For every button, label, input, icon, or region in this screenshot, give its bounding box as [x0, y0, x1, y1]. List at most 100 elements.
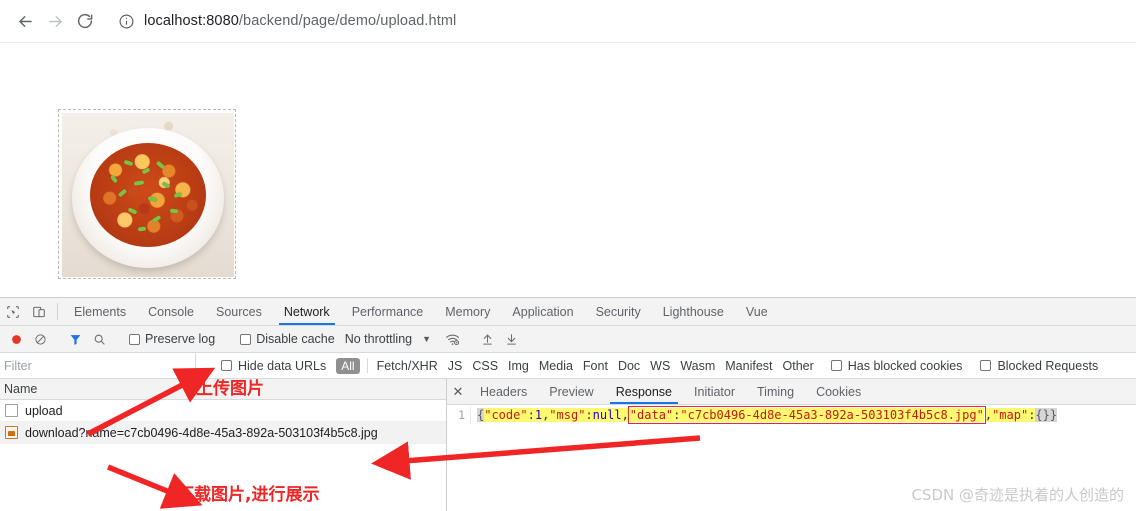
type-filter-other[interactable]: Other	[778, 359, 819, 373]
tab-label: Preview	[549, 384, 594, 399]
preserve-log-label: Preserve log	[145, 332, 216, 346]
detail-tab-cookies[interactable]: Cookies	[805, 379, 872, 404]
request-list-pane: Name upload download?name=c7cb0496-4d8e-…	[0, 379, 447, 511]
device-toolbar-icon[interactable]	[26, 298, 52, 325]
detail-tab-headers[interactable]: Headers	[469, 379, 538, 404]
detail-tab-initiator[interactable]: Initiator	[683, 379, 746, 404]
clear-no-entry-icon[interactable]	[28, 328, 52, 350]
tab-label: Vue	[745, 304, 768, 319]
table-row[interactable]: upload	[0, 400, 446, 422]
reload-icon	[76, 12, 94, 30]
detail-tabstrip: ✕ Headers Preview Response Initiator Tim…	[447, 379, 1136, 405]
line-number: 1	[447, 407, 471, 424]
info-circle-icon[interactable]	[118, 13, 135, 30]
tab-label: Memory	[445, 304, 491, 319]
tab-vue[interactable]: Vue	[735, 298, 779, 325]
url-host: localhost:8080	[144, 13, 239, 29]
tab-application[interactable]: Application	[501, 298, 584, 325]
type-filter-font[interactable]: Font	[578, 359, 613, 373]
url-path: /backend/page/demo/upload.html	[238, 13, 457, 29]
tab-security[interactable]: Security	[585, 298, 652, 325]
arrow-left-icon	[16, 12, 35, 31]
reload-button[interactable]	[70, 6, 100, 36]
devtools-panel: Elements Console Sources Network Perform…	[0, 297, 1136, 511]
forward-button[interactable]	[40, 6, 70, 36]
type-filter-ws[interactable]: WS	[645, 359, 675, 373]
has-blocked-cookies-checkbox[interactable]: Has blocked cookies	[819, 359, 969, 373]
checkbox-box	[830, 360, 842, 371]
tab-label: Sources	[215, 304, 262, 319]
response-body[interactable]: 1 {"code":1,"msg":null,"data":"c7cb0496-…	[447, 405, 1136, 424]
response-json-line: {"code":1,"msg":null,"data":"c7cb0496-4d…	[471, 406, 1058, 424]
blocked-requests-checkbox[interactable]: Blocked Requests	[968, 359, 1104, 373]
uploaded-image-frame[interactable]	[58, 109, 236, 279]
throttling-select[interactable]: No throttling	[342, 332, 412, 346]
json-value-msg: null	[592, 408, 622, 422]
detail-tab-timing[interactable]: Timing	[746, 379, 805, 404]
checkbox-box	[129, 333, 140, 345]
tab-console[interactable]: Console	[137, 298, 205, 325]
search-magnifier-icon[interactable]	[87, 328, 111, 350]
disable-cache-checkbox[interactable]: Disable cache	[233, 332, 342, 346]
detail-tab-response[interactable]: Response	[605, 379, 683, 404]
json-comma: ,	[621, 408, 629, 422]
json-key-code: "code"	[484, 408, 528, 422]
wifi-settings-icon[interactable]	[440, 328, 464, 350]
type-filter-css[interactable]: CSS	[467, 359, 503, 373]
record-circle-icon[interactable]	[4, 328, 28, 350]
document-icon	[5, 404, 18, 417]
address-bar[interactable]: localhost:8080/backend/page/demo/upload.…	[108, 6, 1126, 36]
type-filter-wasm[interactable]: Wasm	[675, 359, 720, 373]
close-x-icon[interactable]: ✕	[447, 379, 469, 404]
cursor-inspect-icon[interactable]	[0, 298, 26, 325]
type-filter-doc[interactable]: Doc	[613, 359, 645, 373]
page-viewport	[0, 42, 1136, 297]
chevron-down-icon[interactable]: ▼	[412, 334, 440, 344]
detail-tab-preview[interactable]: Preview	[538, 379, 604, 404]
tab-label: Application	[512, 304, 574, 319]
json-key-msg: "msg"	[549, 408, 586, 422]
table-row[interactable]: download?name=c7cb0496-4d8e-45a3-892a-50…	[0, 422, 446, 444]
type-filter-manifest[interactable]: Manifest	[720, 359, 777, 373]
download-arrow-icon[interactable]	[499, 328, 523, 350]
tab-lighthouse[interactable]: Lighthouse	[652, 298, 735, 325]
preserve-log-checkbox[interactable]: Preserve log	[122, 332, 222, 346]
request-name: download?name=c7cb0496-4d8e-45a3-892a-50…	[25, 425, 378, 440]
tab-elements[interactable]: Elements	[63, 298, 137, 325]
tab-label: Initiator	[694, 384, 736, 399]
request-column-header[interactable]: Name	[0, 379, 446, 400]
json-value-data: "c7cb0496-4d8e-45a3-892a-503103f4b5c8.jp…	[680, 408, 984, 422]
tab-performance[interactable]: Performance	[341, 298, 435, 325]
blocked-requests-label: Blocked Requests	[997, 358, 1099, 373]
tab-label: Network	[283, 304, 330, 319]
has-blocked-cookies-label: Has blocked cookies	[847, 358, 963, 373]
devtools-tabstrip: Elements Console Sources Network Perform…	[0, 298, 1136, 326]
tab-label: Elements	[74, 304, 127, 319]
filter-input[interactable]: Filter	[0, 353, 196, 378]
back-button[interactable]	[10, 6, 40, 36]
type-filter-fetch-xhr[interactable]: Fetch/XHR	[372, 359, 443, 373]
tab-memory[interactable]: Memory	[434, 298, 501, 325]
tab-label: Security	[595, 304, 641, 319]
tab-network[interactable]: Network	[273, 298, 341, 325]
type-filter-js[interactable]: JS	[443, 359, 468, 373]
tab-label: Cookies	[816, 384, 862, 399]
network-filterbar: Filter Hide data URLs All Fetch/XHR JS C…	[0, 353, 1136, 379]
tab-label: Headers	[480, 384, 528, 399]
hide-data-urls-checkbox[interactable]: Hide data URLs	[196, 359, 336, 373]
image-file-icon	[5, 426, 18, 439]
funnel-filter-icon[interactable]	[63, 328, 87, 350]
json-key-map: "map"	[992, 408, 1029, 422]
json-value-code: 1	[534, 408, 543, 422]
request-name: upload	[25, 403, 63, 418]
type-filter-img[interactable]: Img	[503, 359, 534, 373]
json-close-brace: }	[1049, 408, 1058, 422]
json-colon: :	[527, 408, 535, 422]
type-filter-media[interactable]: Media	[534, 359, 578, 373]
arrow-right-icon	[46, 12, 65, 31]
upload-arrow-icon[interactable]	[475, 328, 499, 350]
tab-sources[interactable]: Sources	[205, 298, 273, 325]
json-key-data: "data"	[629, 408, 674, 422]
checkbox-box	[980, 360, 992, 371]
type-filter-all[interactable]: All	[336, 357, 360, 374]
